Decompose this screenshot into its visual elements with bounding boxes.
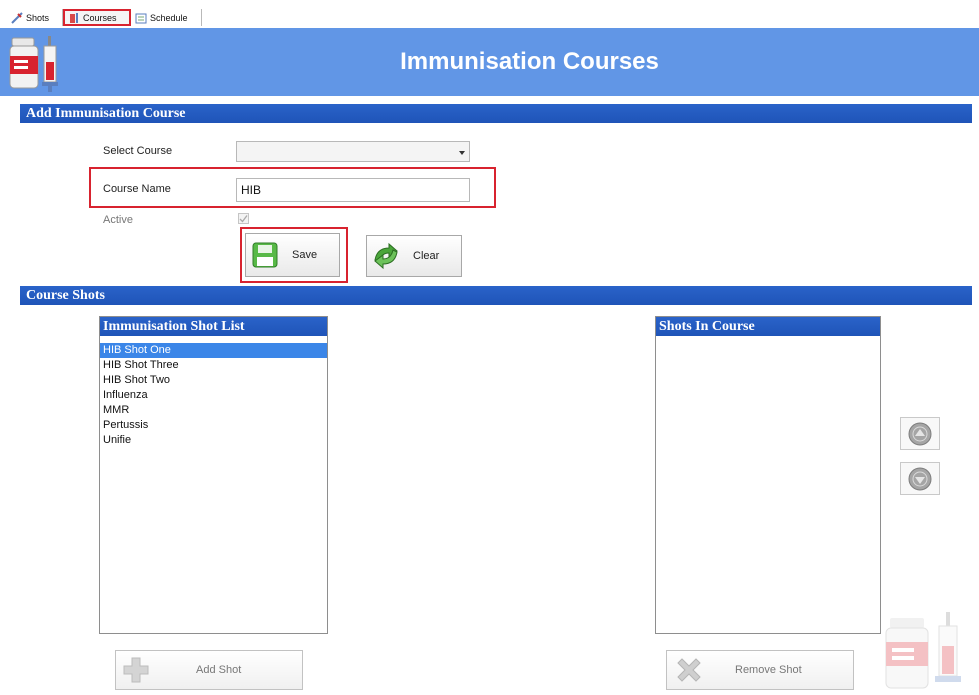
floppy-disk-icon (252, 242, 278, 268)
clear-label: Clear (413, 250, 440, 262)
add-course-section-bar: Add Immunisation Course (20, 104, 972, 123)
shots-in-course-list[interactable]: Shots In Course (655, 316, 881, 634)
tab-strip: Shots Courses Schedule (0, 0, 979, 28)
syringe-icon (11, 11, 23, 24)
tab-shots[interactable]: Shots (8, 9, 63, 26)
page-header: Immunisation Courses (0, 28, 979, 96)
tab-shots-label: Shots (26, 12, 50, 23)
list-item[interactable]: MMR (100, 403, 327, 418)
list-item[interactable]: Unifie (100, 433, 327, 448)
vial-icon (70, 12, 78, 23)
course-name-label: Course Name (103, 183, 171, 195)
remove-shot-label: Remove Shot (735, 664, 802, 676)
page-title: Immunisation Courses (400, 48, 659, 75)
add-shot-label: Add Shot (196, 664, 242, 676)
move-up-button[interactable] (900, 417, 940, 450)
remove-shot-button[interactable]: Remove Shot (666, 650, 854, 690)
save-button[interactable]: Save (245, 233, 340, 277)
chevron-down-icon (459, 151, 465, 155)
list-item[interactable]: Influenza (100, 388, 327, 403)
active-label: Active (103, 214, 133, 226)
immunisation-shot-list[interactable]: Immunisation Shot List HIB Shot One HIB … (99, 316, 328, 634)
course-name-input[interactable]: HIB (236, 178, 470, 202)
tab-schedule[interactable]: Schedule (132, 9, 202, 26)
x-icon (677, 658, 701, 682)
tab-courses[interactable]: Courses (63, 9, 131, 26)
list-item[interactable]: Pertussis (100, 418, 327, 433)
up-arrow-icon (908, 422, 932, 445)
checkmark-icon (239, 215, 248, 223)
refresh-arrows-icon (374, 242, 398, 270)
list-item[interactable]: HIB Shot Two (100, 373, 327, 388)
clear-button[interactable]: Clear (366, 235, 462, 277)
shot-list-header: Immunisation Shot List (100, 317, 327, 336)
watermark-vaccine-icon (882, 612, 977, 695)
down-arrow-icon (908, 467, 932, 490)
schedule-icon (135, 13, 147, 23)
list-item[interactable]: HIB Shot One (100, 343, 327, 358)
save-label: Save (292, 249, 318, 261)
list-item[interactable]: HIB Shot Three (100, 358, 327, 373)
active-checkbox[interactable] (238, 213, 249, 224)
tab-schedule-label: Schedule (150, 12, 188, 23)
shots-in-course-header: Shots In Course (656, 317, 880, 336)
select-course-dropdown[interactable] (236, 141, 470, 162)
add-shot-button[interactable]: Add Shot (115, 650, 303, 690)
course-shots-section-bar: Course Shots (20, 286, 972, 305)
tab-courses-label: Courses (83, 12, 117, 23)
select-course-label: Select Course (103, 145, 173, 157)
move-down-button[interactable] (900, 462, 940, 495)
plus-icon (123, 657, 149, 683)
